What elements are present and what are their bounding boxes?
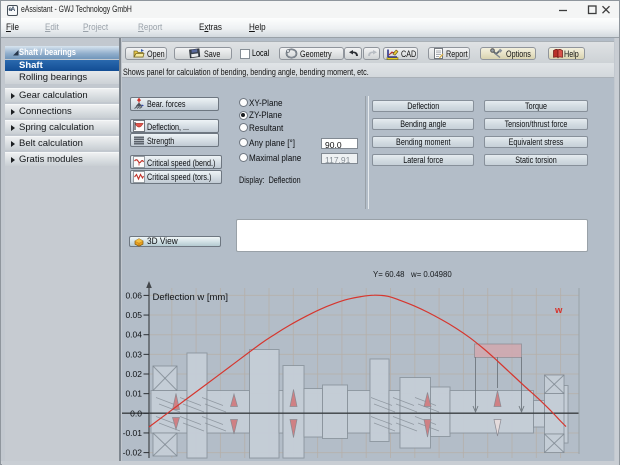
svg-text:0.05: 0.05 xyxy=(125,310,142,320)
svg-text:0.02: 0.02 xyxy=(125,369,142,379)
svg-text:0.06: 0.06 xyxy=(125,290,142,300)
svg-text:0.0: 0.0 xyxy=(130,408,142,418)
svg-text:-0.01: -0.01 xyxy=(123,428,143,438)
svg-text:0.01: 0.01 xyxy=(125,389,142,399)
svg-text:0.04: 0.04 xyxy=(125,330,142,340)
svg-text:-0.02: -0.02 xyxy=(123,448,143,458)
svg-text:w: w xyxy=(554,305,563,316)
svg-text:Deflection w [mm]: Deflection w [mm] xyxy=(153,292,229,303)
svg-text:0.03: 0.03 xyxy=(125,349,142,359)
